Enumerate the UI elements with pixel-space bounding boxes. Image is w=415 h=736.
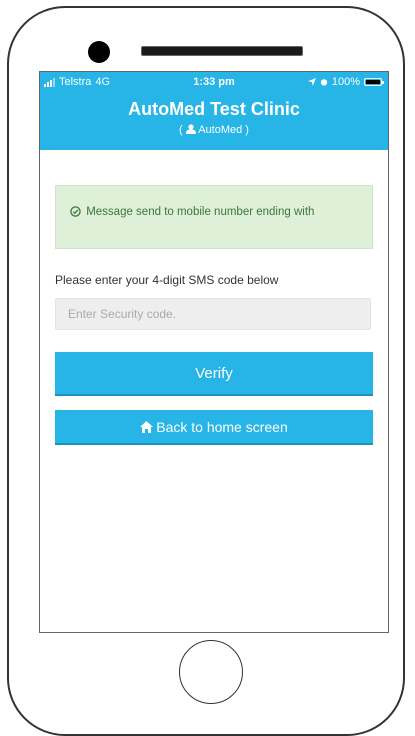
status-right: 100% [307,76,384,88]
back-to-home-label: Back to home screen [156,419,288,435]
camera-dot [88,41,110,63]
security-code-input[interactable] [55,298,371,330]
sms-code-prompt: Please enter your 4-digit SMS code below [55,273,279,287]
speaker-slot [141,46,303,56]
phone-screen: Telstra 4G 1:33 pm 100% AutoMed Test Cli… [39,71,389,633]
subtitle-open-paren: ( [179,124,183,136]
alarm-icon [320,79,328,86]
verify-button[interactable]: Verify [55,352,373,396]
app-title: AutoMed Test Clinic [128,99,300,119]
user-icon [185,124,196,134]
battery-icon [364,78,384,86]
phone-home-button[interactable] [179,640,243,704]
back-to-home-button[interactable]: Back to home screen [55,410,373,445]
home-icon [140,421,154,433]
battery-percent: 100% [331,76,360,88]
check-circle-icon [70,206,81,217]
subtitle-user: AutoMed [198,124,243,136]
subtitle-close-paren: ) [245,124,249,136]
alert-message: Message send to mobile number ending wit… [86,206,315,218]
app-header: Telstra 4G 1:33 pm 100% AutoMed Test Cli… [40,72,388,150]
app-subtitle: ( AutoMed ) [40,124,388,136]
location-arrow-icon [307,78,316,86]
sms-sent-alert: Message send to mobile number ending wit… [55,185,373,249]
status-bar: Telstra 4G 1:33 pm 100% [40,72,388,92]
